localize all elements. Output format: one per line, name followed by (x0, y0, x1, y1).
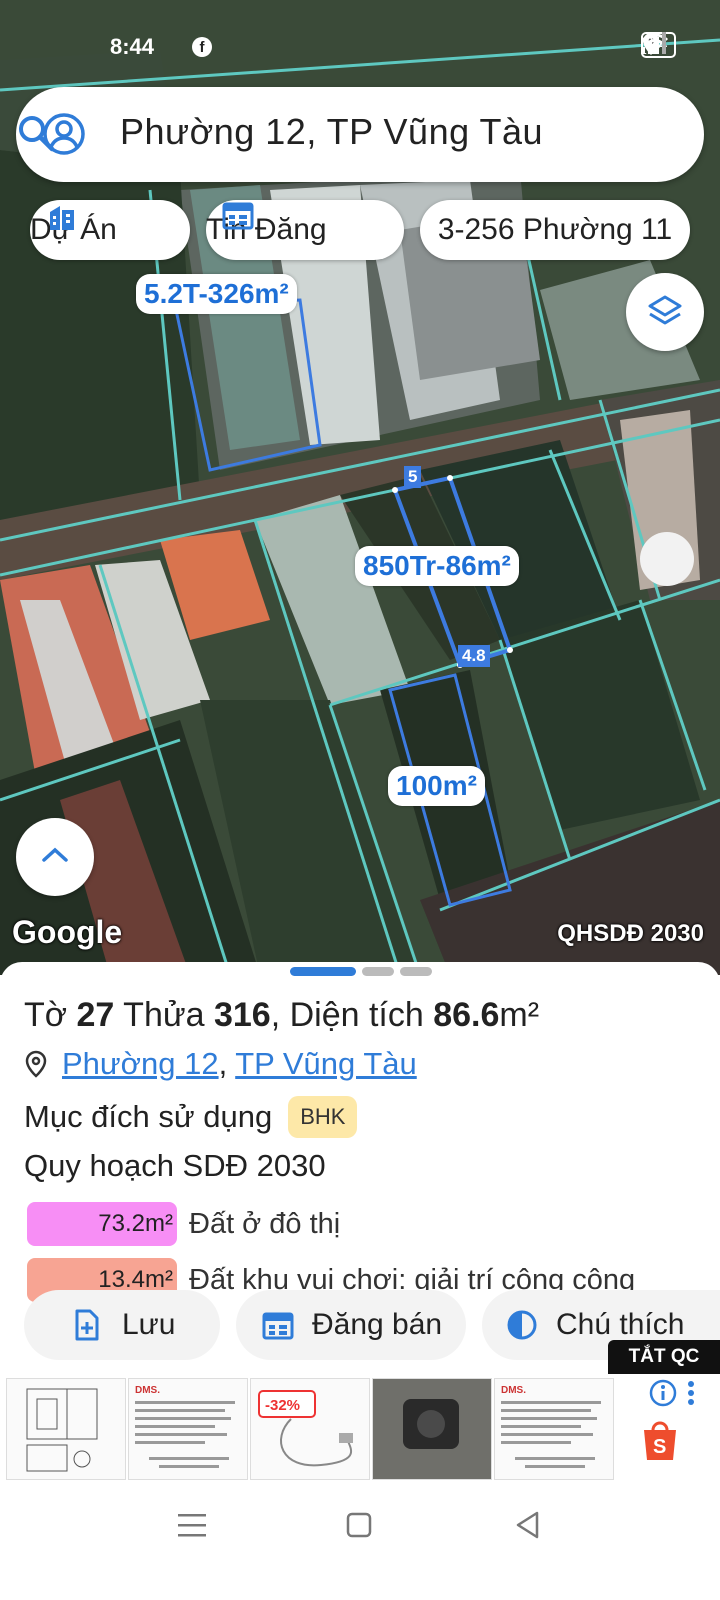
parcel-number: 316 (213, 996, 271, 1034)
map-layer-name: QHSDĐ 2030 (557, 920, 704, 947)
post-sale-label: Đăng bán (312, 1308, 443, 1341)
ad-info-icon[interactable] (648, 1378, 678, 1408)
chip-nearby-area[interactable]: 3-256 Phường 11 (420, 200, 690, 260)
contrast-icon (507, 1310, 537, 1340)
planning-label: Quy hoạch SDĐ 2030 (24, 1148, 326, 1183)
search-location-text[interactable]: Phường 12, TP Vũng Tàu (120, 111, 543, 153)
add-document-icon (75, 1309, 99, 1341)
save-label: Lưu (122, 1308, 176, 1341)
menu-icon[interactable] (178, 1512, 206, 1538)
parcel-location: Phường 12, TP Vũng Tàu (24, 1046, 417, 1082)
signal-icon (641, 32, 667, 54)
google-logo: Google (12, 914, 123, 950)
ad-thumbnail[interactable]: DMS. (494, 1378, 614, 1480)
ad-thumbnail[interactable]: -32% (250, 1378, 370, 1480)
land-purpose-row: Mục đích sử dụng BHK (24, 1096, 358, 1138)
ad-thumbnail[interactable] (372, 1378, 492, 1480)
purpose-label: Mục đích sử dụng (24, 1099, 273, 1134)
chip-tin-dang[interactable]: Tin Đăng (206, 200, 404, 260)
land-use-desc: Đất ở đô thị (189, 1207, 341, 1240)
save-button[interactable]: Lưu (24, 1290, 220, 1360)
city-link[interactable]: TP Vũng Tàu (235, 1046, 417, 1082)
shopee-logo-icon[interactable]: S (640, 1418, 680, 1462)
chip-du-an[interactable]: Dự Án (30, 200, 190, 260)
edge-length-label: 4.8 (458, 645, 490, 667)
page-dot (362, 967, 394, 976)
parcel-area: 86.6 (433, 996, 500, 1034)
calendar-icon (262, 1312, 294, 1340)
map-listing-label-selected[interactable]: 850Tr-86m² (355, 546, 519, 586)
expand-up-button[interactable] (16, 818, 94, 896)
area-unit: m² (499, 996, 540, 1034)
layers-icon (648, 295, 682, 325)
back-icon[interactable] (514, 1510, 540, 1540)
svg-text:DMS.: DMS. (501, 1385, 526, 1396)
ad-thumbnail[interactable] (6, 1378, 126, 1480)
map-lot-area-label[interactable]: 100m² (388, 766, 485, 806)
map-listing-label[interactable]: 5.2T-326m² (136, 274, 297, 314)
facebook-notification-icon: f (192, 37, 212, 57)
parcel-title: Tờ 27 Thửa 316, Diện tích 86.6m² (24, 996, 539, 1035)
legend-label: Chú thích (556, 1308, 685, 1341)
page-indicator (290, 967, 432, 976)
chip-label: 3-256 Phường 11 (437, 213, 673, 246)
cable-product-image: -32% (258, 1390, 353, 1467)
land-use-area: 73.2m² (27, 1202, 177, 1246)
location-separator: , (218, 1046, 228, 1081)
land-use-row: 73.2m² Đất ở đô thị (27, 1202, 340, 1246)
calendar-icon (222, 202, 254, 230)
status-bar: 8:44 f VoLTE 74 (0, 0, 720, 70)
floating-action-dot[interactable] (640, 532, 694, 586)
parcel-info-sheet[interactable]: Tờ 27 Thửa 316, Diện tích 86.6m² Phường … (0, 962, 720, 1382)
ad-thumbnail[interactable]: DMS. (128, 1378, 248, 1480)
search-icon[interactable] (16, 113, 56, 153)
hide-ads-button[interactable]: TẮT QC (608, 1340, 720, 1374)
post-sale-button[interactable]: Đăng bán (236, 1290, 466, 1360)
purpose-code-badge: BHK (288, 1096, 358, 1138)
chevron-up-icon (42, 847, 68, 862)
ad-text-image: DMS. (135, 1385, 235, 1468)
sheet-number: 27 (76, 996, 115, 1034)
title-text: , Diện tích (270, 996, 434, 1034)
page-dot-active (290, 967, 356, 976)
ward-link[interactable]: Phường 12 (62, 1046, 219, 1082)
building-icon (50, 206, 74, 230)
technical-drawing-image (26, 1388, 98, 1472)
location-pin-icon (25, 1050, 47, 1078)
home-icon[interactable] (346, 1512, 372, 1538)
ad-text-image: DMS. (501, 1385, 601, 1468)
page-dot (400, 967, 432, 976)
map-view[interactable]: 8:44 f VoLTE 74 Phường 12, TP Vũng Tàu D… (0, 0, 720, 975)
layers-button[interactable] (626, 273, 704, 351)
edge-length-label: 5 (404, 466, 422, 488)
svg-text:DMS.: DMS. (135, 1385, 160, 1396)
ad-banner[interactable]: DMS. -32% DMS. S (0, 1374, 720, 1484)
svg-text:S: S (653, 1436, 666, 1458)
search-bar[interactable]: Phường 12, TP Vũng Tàu (16, 87, 704, 182)
title-text: Tờ (24, 996, 77, 1034)
clock: 8:44 (110, 34, 155, 59)
system-navigation-bar (0, 1490, 720, 1600)
ad-more-options-icon[interactable] (686, 1378, 696, 1408)
product-photo (373, 1379, 491, 1479)
svg-text:-32%: -32% (265, 1397, 300, 1414)
title-text: Thửa (114, 996, 214, 1034)
